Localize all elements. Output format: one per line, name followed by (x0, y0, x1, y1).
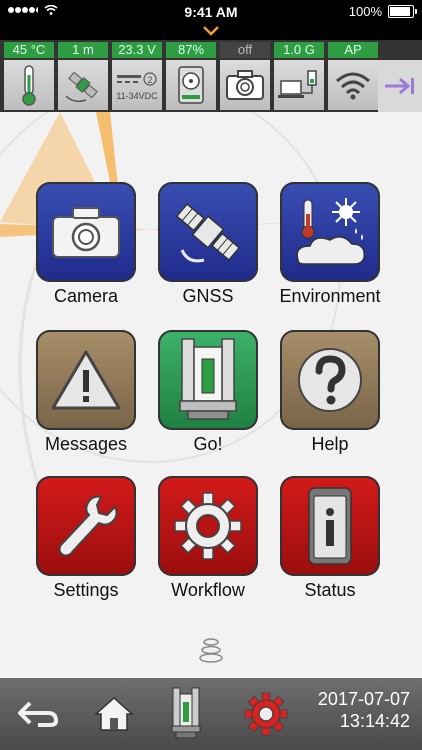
battery-percent: 100% (348, 4, 382, 19)
power-supply-icon: 2 11-34VDC (116, 72, 158, 101)
gear-icon (174, 492, 242, 560)
camera-small-icon (226, 70, 264, 100)
app-screen: 9:41 AM 100% 45 °C 1 m 23.3 V 87% off 1.… (0, 0, 422, 750)
ios-status-bar: 9:41 AM 100% (0, 0, 422, 24)
storage-readout: 87% (166, 42, 216, 58)
current-date: 2017-07-07 (317, 689, 410, 709)
battery-group: 100% (348, 4, 417, 19)
tile-label: Settings (53, 580, 119, 600)
chevron-down-icon[interactable] (201, 24, 221, 38)
messages-button[interactable] (36, 330, 136, 430)
warning-icon (51, 350, 121, 410)
scanner-small-icon (171, 687, 201, 739)
environment-icon (296, 198, 365, 265)
scan-button[interactable] (160, 687, 212, 740)
strip-tilt[interactable] (58, 60, 108, 110)
strip-power[interactable]: 2 11-34VDC (112, 60, 162, 110)
tile-label: GNSS (182, 286, 234, 306)
go-button[interactable] (158, 330, 258, 430)
camera-icon (52, 207, 120, 258)
wifi-signal-icon (336, 72, 370, 100)
scanner-icon (179, 338, 237, 420)
tile-label: Messages (44, 434, 128, 454)
readout-row: 45 °C 1 m 23.3 V 87% off 1.0 G AP (4, 42, 382, 58)
battery-icon (388, 5, 417, 18)
camera-readout: off (220, 42, 270, 58)
satellite-tilt-icon (65, 71, 98, 103)
network-readout: 1.0 G (274, 42, 324, 58)
gnss-button[interactable] (158, 182, 258, 282)
instrument-strip: 45 °C 1 m 23.3 V 87% off 1.0 G AP 2 11-3… (0, 40, 422, 112)
tile-camera[interactable]: Camera (34, 182, 138, 307)
tile-label: Help (311, 434, 349, 454)
tile-status[interactable]: Status (278, 476, 382, 601)
temperature-readout: 45 °C (4, 42, 54, 58)
exit-button[interactable] (378, 60, 422, 112)
strip-camera[interactable] (220, 60, 270, 110)
scroll-indicator-icon[interactable] (196, 637, 226, 663)
tilt-readout: 1 m (58, 42, 108, 58)
strip-storage[interactable] (166, 60, 216, 110)
tile-workflow[interactable]: Workflow (156, 476, 260, 601)
status-icon-row: 2 11-34VDC (4, 60, 378, 112)
current-time: 13:14:42 (339, 711, 410, 731)
voltage-readout: 23.3 V (112, 42, 162, 58)
computer-network-icon (278, 70, 317, 98)
status-button[interactable] (280, 476, 380, 576)
strip-wifi[interactable] (328, 60, 378, 110)
svg-text:2: 2 (147, 75, 152, 85)
arrow-right-bar-icon (385, 77, 414, 95)
status-device-icon (308, 487, 352, 565)
environment-button[interactable] (280, 182, 380, 282)
gear-small-icon (244, 692, 288, 736)
tile-settings[interactable]: Settings (34, 476, 138, 601)
wifi-mode-readout: AP (328, 42, 378, 58)
bottom-bar: 2017-07-07 13:14:42 (0, 678, 422, 750)
tile-environment[interactable]: Environment (278, 182, 382, 307)
help-button[interactable] (280, 330, 380, 430)
workflow-shortcut-button[interactable] (240, 688, 292, 740)
back-arrow-icon (18, 701, 59, 727)
strip-thermometer[interactable] (4, 60, 54, 110)
settings-button[interactable] (36, 476, 136, 576)
date-time-display: 2017-07-07 13:14:42 (318, 688, 410, 732)
back-button[interactable] (12, 688, 64, 740)
thermometer-icon (22, 65, 36, 106)
satellite-icon (175, 202, 241, 263)
tile-help[interactable]: Help (278, 330, 382, 455)
home-button[interactable] (88, 688, 140, 740)
help-icon (298, 348, 362, 412)
power-range-label: 11-34VDC (116, 91, 158, 101)
workflow-button[interactable] (158, 476, 258, 576)
tile-label: Camera (53, 286, 119, 306)
camera-button[interactable] (36, 182, 136, 282)
tile-label: Go! (193, 434, 223, 454)
hard-drive-icon (178, 66, 204, 104)
wrench-icon (58, 495, 118, 557)
tile-go[interactable]: Go! (156, 330, 260, 455)
home-icon (94, 696, 134, 731)
tile-messages[interactable]: Messages (34, 330, 138, 455)
main-menu: Camera GNSS Environment Messages Go! Hel… (0, 112, 422, 678)
tile-label: Workflow (171, 580, 245, 600)
strip-network[interactable] (274, 60, 324, 110)
tile-label: Status (304, 580, 356, 600)
tile-label: Environment (279, 286, 381, 306)
tile-gnss[interactable]: GNSS (156, 182, 260, 307)
